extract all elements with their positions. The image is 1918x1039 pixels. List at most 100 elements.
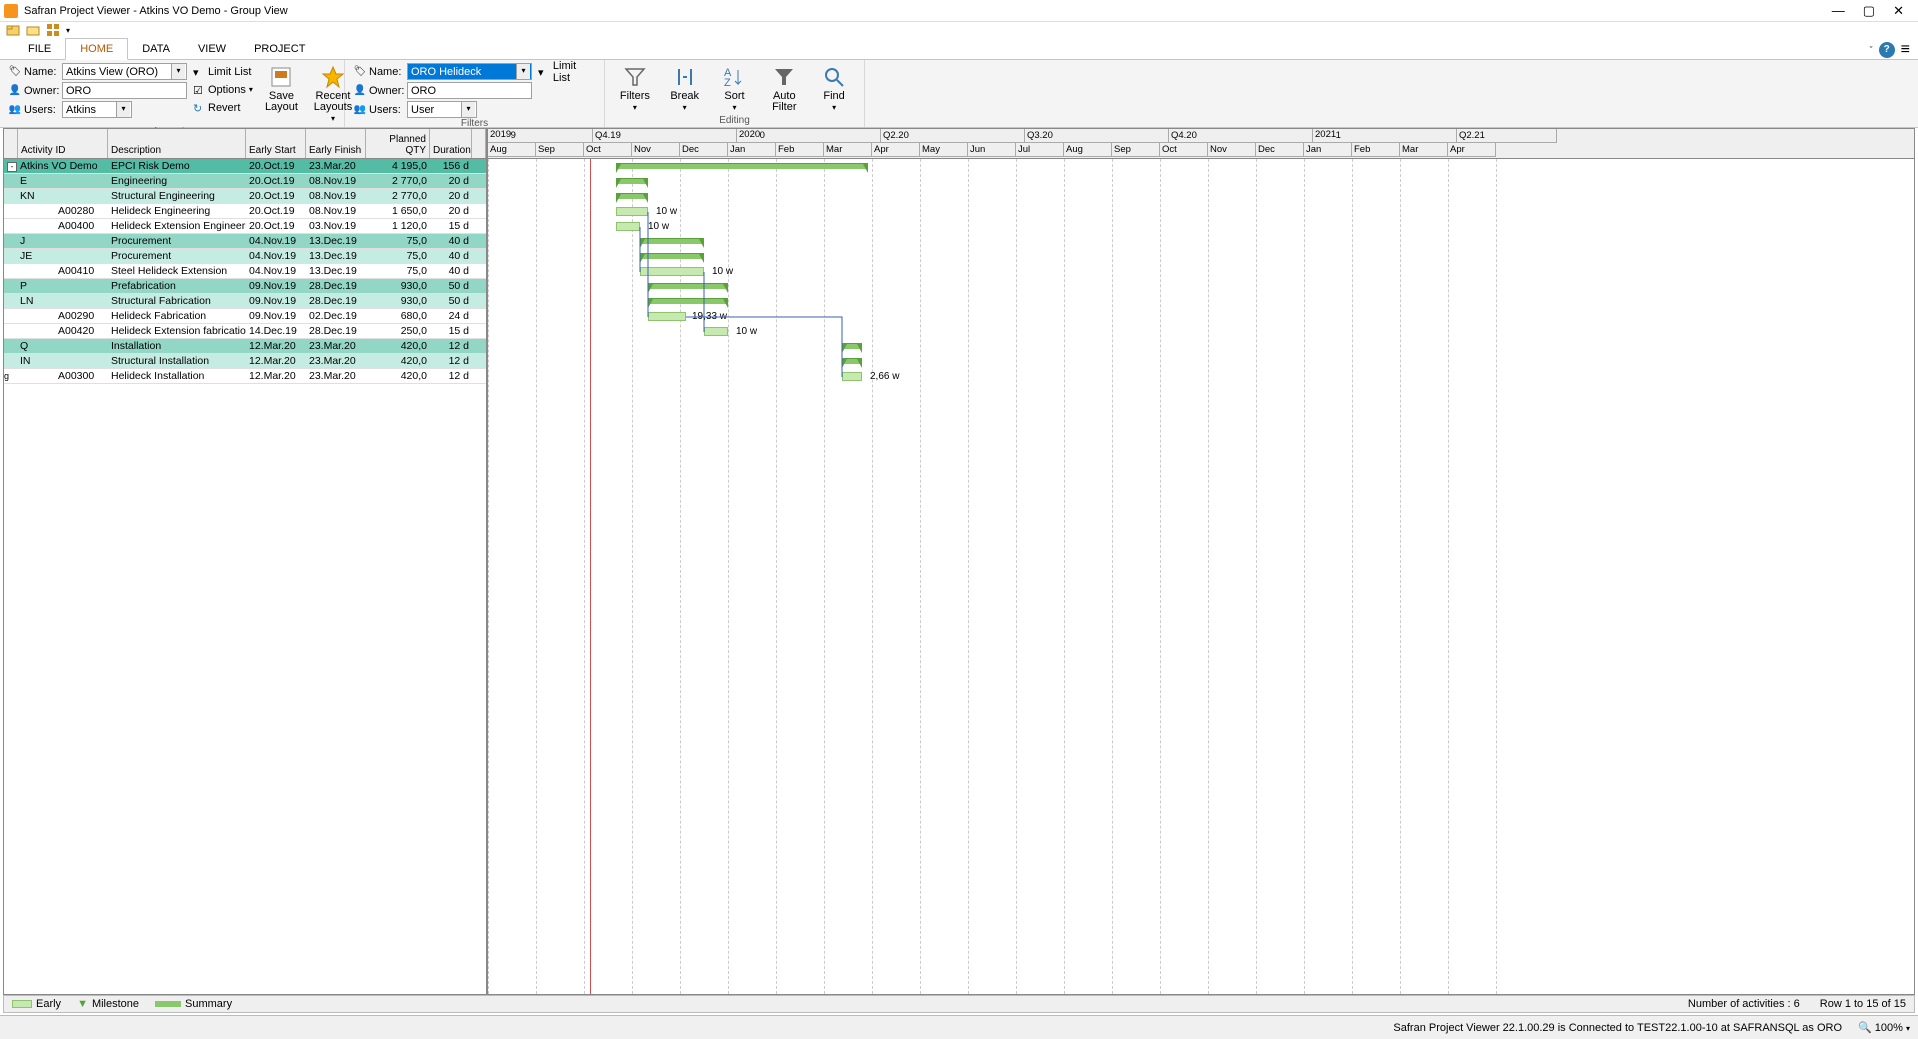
- summary-bar[interactable]: [640, 238, 704, 244]
- table-row[interactable]: -Atkins VO DemoEPCI Risk Demo20.Oct.1923…: [4, 159, 486, 174]
- description-cell: Procurement: [108, 250, 246, 262]
- table-row[interactable]: A00400Helideck Extension Engineering20.O…: [4, 219, 486, 234]
- filter-limit-list-button[interactable]: ▾Limit List: [538, 63, 596, 80]
- hamburger-icon[interactable]: ≡: [1901, 41, 1910, 59]
- table-row[interactable]: -INStructural Installation12.Mar.2023.Ma…: [4, 354, 486, 369]
- grid-icon[interactable]: [46, 23, 60, 37]
- filter-users-combo[interactable]: User▾: [407, 101, 477, 118]
- task-bar[interactable]: [842, 372, 862, 381]
- task-bar[interactable]: [704, 327, 728, 336]
- summary-bar[interactable]: [616, 163, 868, 169]
- limit-list-button[interactable]: ▾Limit List: [193, 63, 253, 80]
- ribbon-collapse-icon[interactable]: ˇ: [1870, 45, 1873, 55]
- summary-bar[interactable]: [648, 298, 728, 304]
- table-row[interactable]: A00410Steel Helideck Extension04.Nov.191…: [4, 264, 486, 279]
- filter-name-combo[interactable]: ORO Helideck▾: [407, 63, 532, 80]
- expander-cell[interactable]: -: [4, 355, 18, 367]
- expander-cell[interactable]: -: [4, 160, 18, 172]
- row-range: Row 1 to 15 of 15: [1820, 998, 1906, 1010]
- expander-cell[interactable]: -: [4, 340, 18, 352]
- grid-pane: Activity ID Description Early Start Earl…: [4, 129, 488, 994]
- activity-id-cell: Q: [18, 340, 108, 352]
- activity-id-cell: KN: [18, 190, 108, 202]
- col-planned-qty[interactable]: Planned QTY: [366, 129, 430, 158]
- quick-access-dropdown[interactable]: ▾: [66, 26, 70, 35]
- zoom-control[interactable]: 🔍 100% ▾: [1858, 1021, 1910, 1034]
- summary-bar[interactable]: [616, 178, 648, 184]
- expander-cell[interactable]: -: [4, 235, 18, 247]
- col-duration[interactable]: Duration: [430, 129, 472, 158]
- tab-file[interactable]: FILE: [14, 39, 65, 59]
- summary-bar[interactable]: [842, 343, 862, 349]
- table-row[interactable]: -PPrefabrication09.Nov.1928.Dec.19930,05…: [4, 279, 486, 294]
- layout-users-combo[interactable]: Atkins▾: [62, 101, 132, 118]
- layout-name-combo[interactable]: Atkins View (ORO)▾: [62, 63, 187, 80]
- expander-cell[interactable]: -: [4, 280, 18, 292]
- early-start-cell: 09.Nov.19: [246, 310, 306, 322]
- col-early-start[interactable]: Early Start: [246, 129, 306, 158]
- filter-owner-input[interactable]: ORO: [407, 82, 532, 99]
- duration-cell: 12 d: [430, 370, 472, 382]
- summary-bar[interactable]: [648, 283, 728, 289]
- open-icon[interactable]: [6, 23, 20, 37]
- task-bar[interactable]: [616, 207, 648, 216]
- activity-id-cell: A00280: [18, 205, 108, 217]
- tab-home[interactable]: HOME: [65, 38, 128, 60]
- auto-filter-button[interactable]: Auto Filter: [762, 63, 806, 115]
- col-early-finish[interactable]: Early Finish: [306, 129, 366, 158]
- layout-owner-input[interactable]: ORO: [62, 82, 187, 99]
- table-row[interactable]: A00300Helideck Installation12.Mar.2023.M…: [4, 369, 486, 384]
- options-button[interactable]: ☑Options ▾: [193, 81, 253, 98]
- month-cell: Aug: [1064, 143, 1112, 157]
- maximize-button[interactable]: ▢: [1863, 3, 1875, 19]
- tab-view[interactable]: VIEW: [184, 39, 240, 59]
- summary-bar[interactable]: [640, 253, 704, 259]
- summary-bar[interactable]: [842, 358, 862, 364]
- table-row[interactable]: A00420Helideck Extension fabrication14.D…: [4, 324, 486, 339]
- expander-cell[interactable]: -: [4, 190, 18, 202]
- expander-cell[interactable]: -: [4, 250, 18, 262]
- ribbon-group-layouts: 🏷 Name: Atkins View (ORO)▾ 👤 Owner: ORO …: [0, 60, 345, 127]
- early-start-cell: 20.Oct.19: [246, 220, 306, 232]
- col-activity-id[interactable]: Activity ID: [18, 129, 108, 158]
- sort-button[interactable]: AZ Sort▾: [713, 63, 757, 115]
- table-row[interactable]: -EEngineering20.Oct.1908.Nov.192 770,020…: [4, 174, 486, 189]
- grid-body[interactable]: -Atkins VO DemoEPCI Risk Demo20.Oct.1923…: [4, 159, 486, 384]
- expander-cell[interactable]: -: [4, 295, 18, 307]
- task-bar[interactable]: [616, 222, 640, 231]
- month-cell: Aug: [488, 143, 536, 157]
- duration-cell: 12 d: [430, 340, 472, 352]
- duration-cell: 40 d: [430, 265, 472, 277]
- filters-button[interactable]: Filters▾: [613, 63, 657, 115]
- minimize-button[interactable]: —: [1832, 3, 1845, 19]
- tab-project[interactable]: PROJECT: [240, 39, 319, 59]
- folder-icon[interactable]: [26, 23, 40, 37]
- find-button[interactable]: Find▾: [812, 63, 856, 115]
- table-row[interactable]: -LNStructural Fabrication09.Nov.1928.Dec…: [4, 294, 486, 309]
- task-bar[interactable]: [648, 312, 686, 321]
- table-row[interactable]: -JEProcurement04.Nov.1913.Dec.1975,040 d: [4, 249, 486, 264]
- close-button[interactable]: ✕: [1893, 3, 1904, 19]
- help-icon[interactable]: ?: [1879, 42, 1895, 58]
- save-layout-button[interactable]: Save Layout: [259, 63, 304, 115]
- table-row[interactable]: -JProcurement04.Nov.1913.Dec.1975,040 d: [4, 234, 486, 249]
- tab-data[interactable]: DATA: [128, 39, 184, 59]
- gantt-pane[interactable]: Q3.19Q4.19Q1.20Q2.20Q3.20Q4.20Q1.21Q2.21…: [488, 129, 1914, 994]
- break-button[interactable]: Break▾: [663, 63, 707, 115]
- gridline: [1112, 159, 1113, 994]
- table-row[interactable]: A00280Helideck Engineering20.Oct.1908.No…: [4, 204, 486, 219]
- table-row[interactable]: -QInstallation12.Mar.2023.Mar.20420,012 …: [4, 339, 486, 354]
- summary-bar[interactable]: [616, 193, 648, 199]
- duration-cell: 20 d: [430, 175, 472, 187]
- title-bar: Safran Project Viewer - Atkins VO Demo -…: [0, 0, 1918, 22]
- planned-qty-cell: 1 650,0: [366, 205, 430, 217]
- planned-qty-cell: 75,0: [366, 265, 430, 277]
- table-row[interactable]: -KNStructural Engineering20.Oct.1908.Nov…: [4, 189, 486, 204]
- expander-cell[interactable]: -: [4, 175, 18, 187]
- gantt-body[interactable]: 10 w10 w10 w19,33 w10 w2,66 w: [488, 159, 1914, 994]
- revert-button[interactable]: ↻Revert: [193, 99, 253, 116]
- task-bar[interactable]: [640, 267, 704, 276]
- table-row[interactable]: A00290Helideck Fabrication09.Nov.1902.De…: [4, 309, 486, 324]
- col-description[interactable]: Description: [108, 129, 246, 158]
- duration-cell: 40 d: [430, 235, 472, 247]
